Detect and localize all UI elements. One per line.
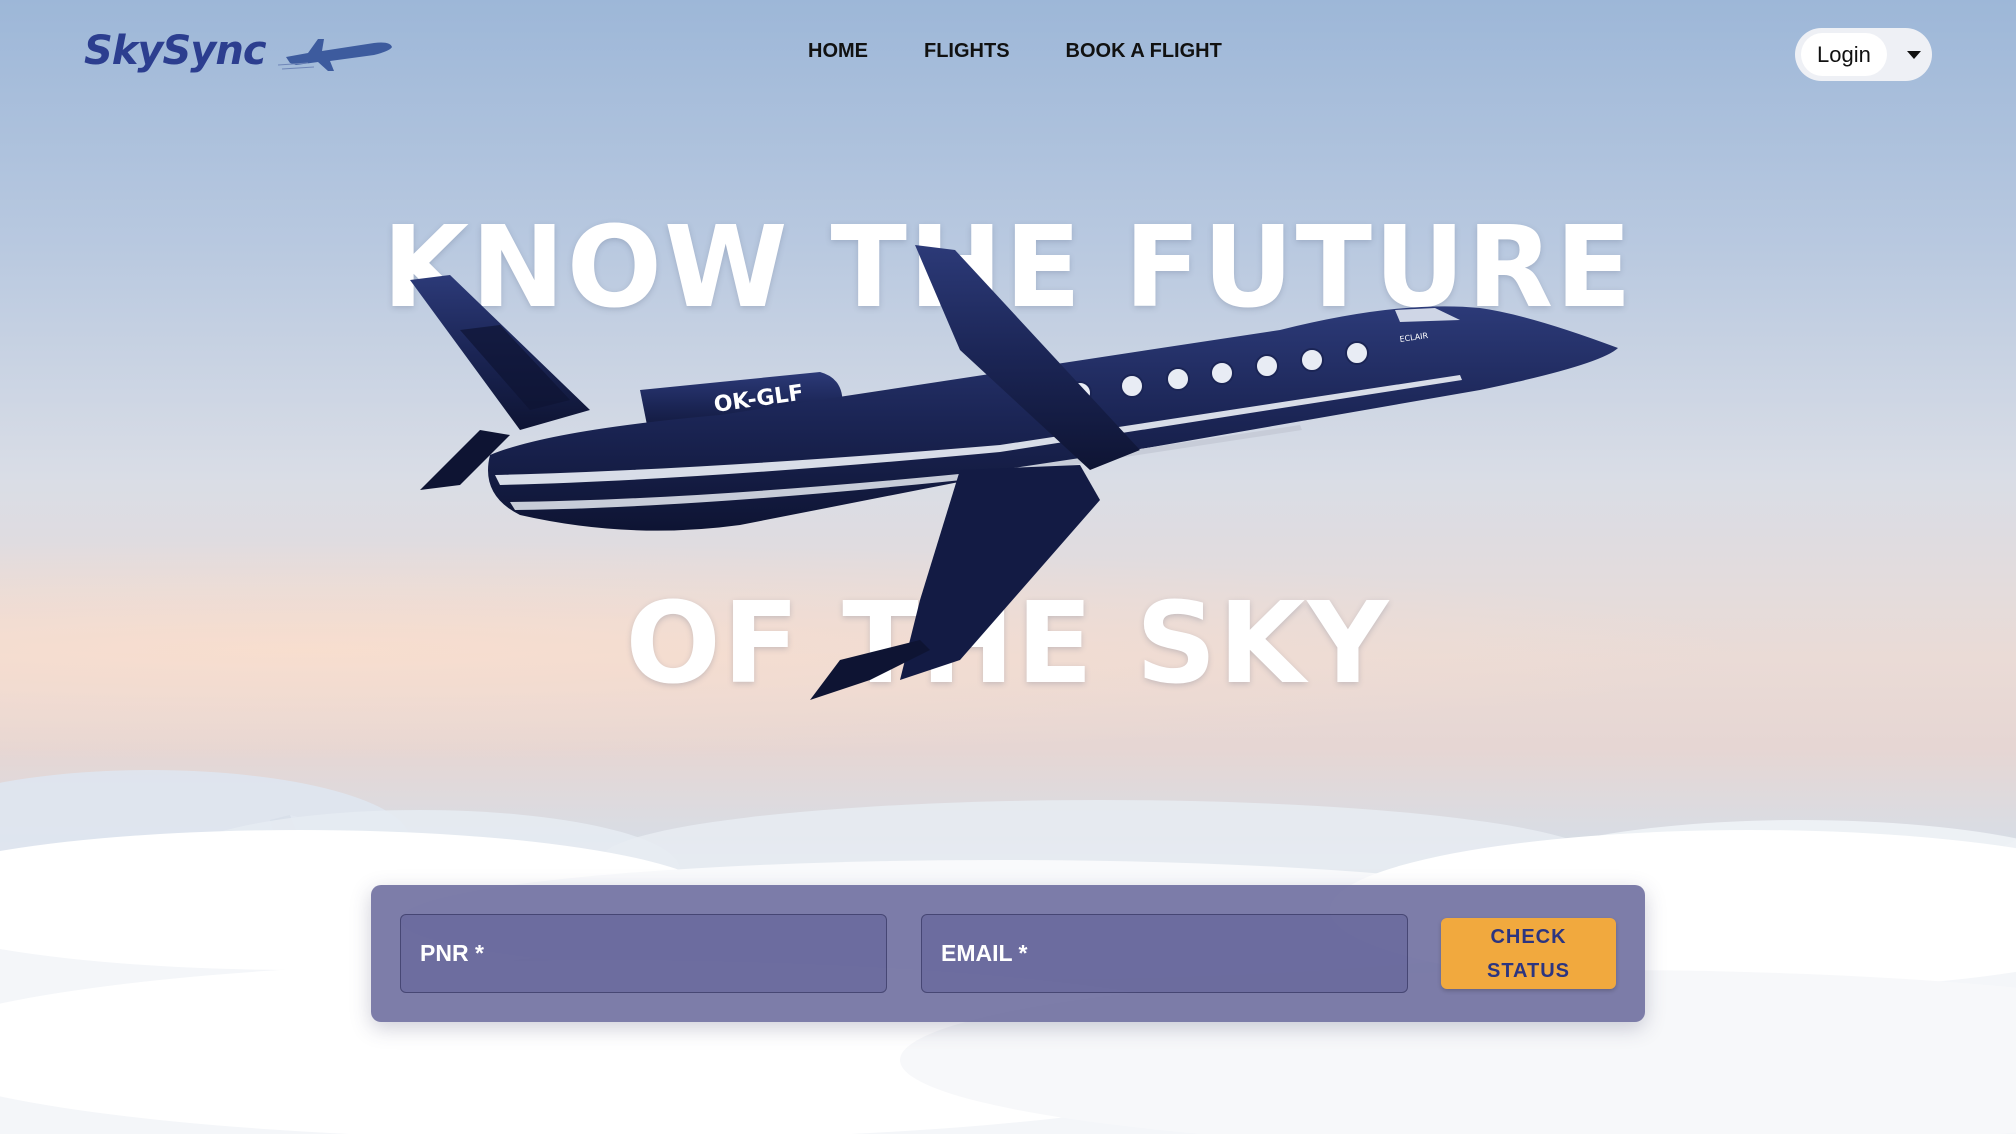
pnr-input[interactable]	[401, 915, 886, 992]
email-field[interactable]: EMAIL *	[921, 914, 1408, 993]
private-jet-image: OK-GLF ECLAIR	[410, 245, 1618, 700]
nav-home-link[interactable]: HOME	[808, 40, 868, 63]
nav-book-flight-link[interactable]: BOOK A FLIGHT	[1066, 40, 1222, 63]
brand-name: SkySync	[84, 28, 267, 74]
login-control: Login	[1795, 28, 1932, 81]
main-nav: HOME FLIGHTS BOOK A FLIGHT	[808, 40, 1222, 63]
check-status-button-line-2: STATUS	[1486, 959, 1571, 982]
check-status-button[interactable]: CHECK STATUS	[1441, 918, 1616, 989]
nav-flights-link[interactable]: FLIGHTS	[924, 40, 1010, 63]
airplane-logo-icon	[277, 39, 392, 71]
check-status-button-line-1: CHECK	[1490, 925, 1567, 948]
flight-status-form: PNR * EMAIL * CHECK STATUS	[371, 885, 1645, 1022]
login-button[interactable]: Login	[1801, 33, 1887, 76]
email-input[interactable]	[922, 915, 1407, 992]
pnr-field[interactable]: PNR *	[400, 914, 887, 993]
caret-down-icon[interactable]	[1906, 50, 1921, 59]
top-navbar: SkySync HOME FLIGHTS BOOK A FLIGHT Login	[0, 0, 2016, 110]
brand-logo[interactable]: SkySync	[84, 28, 398, 74]
